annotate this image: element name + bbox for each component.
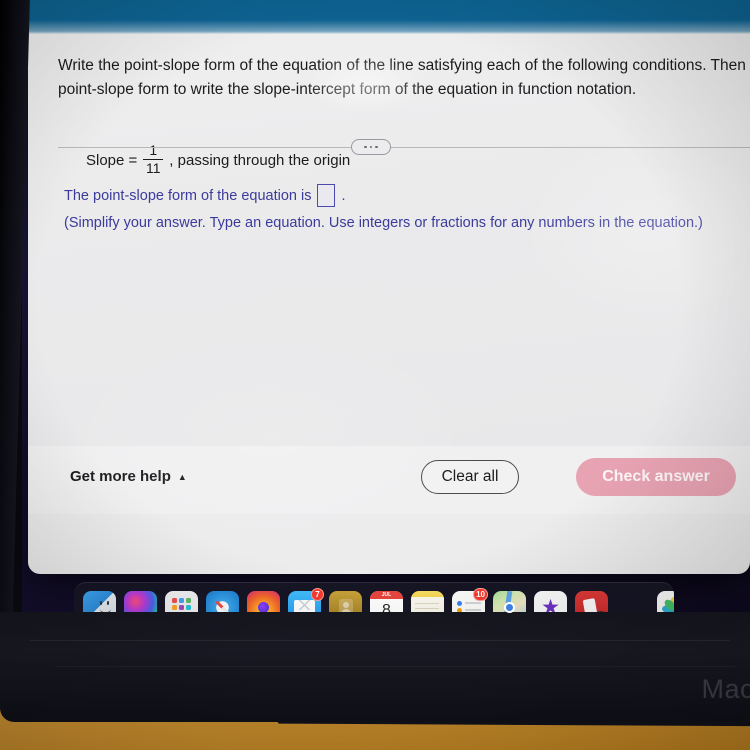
answer-period: . — [341, 187, 346, 204]
answer-prompt-text: The point-slope form of the equation is — [64, 187, 312, 204]
hinge-line — [30, 640, 730, 641]
hinge-line — [55, 666, 735, 667]
slope-suffix: , passing through the origin — [169, 151, 351, 169]
question-prompt: Write the point-slope form of the equati… — [58, 57, 750, 99]
exercise-footer: Get more help ▲ Clear all Check answer — [28, 446, 750, 514]
dot-icon — [369, 145, 373, 149]
question-canvas: Write the point-slope form of the equati… — [28, 34, 750, 474]
slope-condition: Slope = 1 11 , passing through the origi… — [86, 142, 351, 177]
calendar-month: JUL — [370, 591, 403, 599]
get-more-help-button[interactable]: Get more help ▲ — [70, 468, 187, 485]
clear-all-button[interactable]: Clear all — [421, 460, 519, 494]
laptop-photo: Equation of 1 Write the point-slope form… — [0, 0, 750, 750]
get-more-help-label: Get more help — [70, 468, 171, 485]
dot-icon — [375, 145, 378, 149]
caret-up-icon: ▲ — [177, 471, 187, 482]
check-answer-button[interactable]: Check answer — [576, 458, 736, 496]
answer-block: The point-slope form of the equation is … — [64, 184, 703, 231]
screen-bezel: Equation of 1 Write the point-slope form… — [0, 0, 750, 632]
laptop-brand-text: Mac — [701, 674, 750, 704]
fraction-numerator: 1 — [149, 142, 158, 158]
dock-badge-mail: 7 — [311, 587, 324, 601]
answer-input[interactable] — [317, 184, 336, 207]
header-glare — [28, 20, 750, 34]
section-divider — [58, 147, 750, 148]
mylab-exercise-window: Equation of 1 Write the point-slope form… — [28, 0, 750, 574]
answer-prompt-line: The point-slope form of the equation is … — [64, 184, 703, 207]
slope-label: Slope = — [86, 151, 138, 169]
dot-icon — [364, 145, 367, 149]
answer-hint: (Simplify your answer. Type an equation.… — [64, 215, 703, 231]
app-header: Equation of 1 — [28, 0, 750, 34]
laptop-base: Mac — [0, 612, 750, 722]
dock-badge-reminders: 10 — [473, 587, 488, 601]
fraction-denominator: 11 — [146, 160, 161, 177]
expand-dots-button[interactable] — [351, 139, 391, 155]
